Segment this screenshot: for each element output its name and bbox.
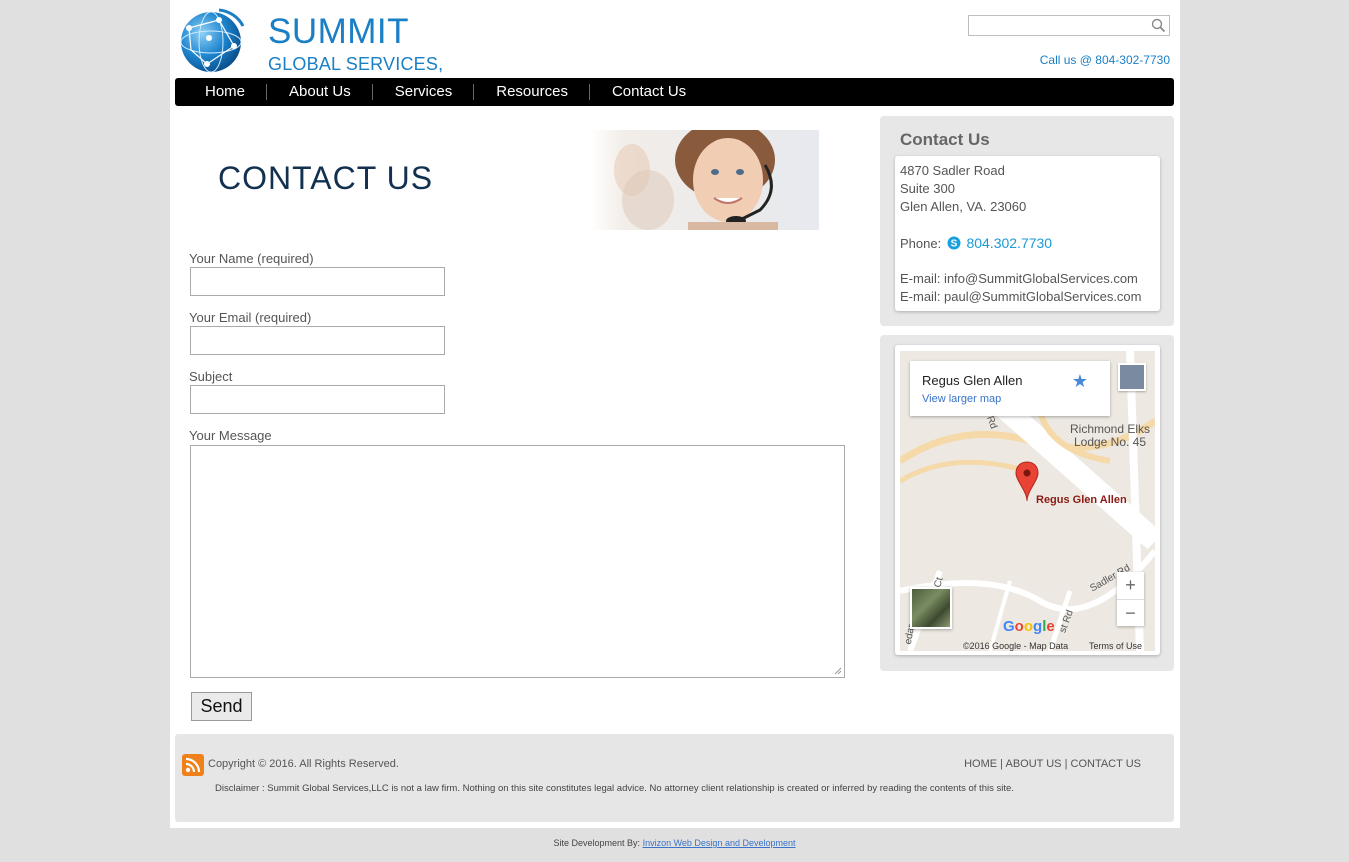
- map-place-name: Regus Glen Allen: [922, 373, 1023, 388]
- globe-logo-icon: [180, 8, 245, 73]
- support-agent-image: [590, 130, 819, 230]
- address-line-3: Glen Allen, VA. 23060: [900, 199, 1027, 214]
- map-copyright: ©2016 Google - Map Data: [963, 641, 1069, 651]
- nav-item-contact-us[interactable]: Contact Us: [590, 78, 708, 106]
- subject-field[interactable]: [190, 385, 445, 414]
- address-line-2: Suite 300: [900, 181, 955, 196]
- disclaimer-text: Disclaimer : Summit Global Services,LLC …: [215, 783, 1014, 794]
- address-line-1: 4870 Sadler Road: [900, 163, 1005, 178]
- page-title: CONTACT US: [218, 160, 434, 196]
- search-box: [968, 15, 1170, 37]
- footer-link-about[interactable]: ABOUT US: [1005, 758, 1061, 770]
- zoom-out-button[interactable]: −: [1117, 600, 1144, 627]
- page-container: SUMMIT GLOBAL SERVICES, LLC Call us @ 80…: [170, 0, 1180, 828]
- call-us-phone[interactable]: Call us @ 804-302-7730: [1040, 53, 1170, 67]
- email-info: E-mail: info@SummitGlobalServices.com: [900, 271, 1138, 286]
- map-label-elks-lodge: Richmond Elks Lodge No. 45: [1069, 422, 1151, 449]
- satellite-view-toggle[interactable]: [910, 587, 952, 629]
- credit-link[interactable]: Invizon Web Design and Development: [643, 838, 796, 848]
- search-icon[interactable]: [1151, 18, 1166, 33]
- map-info-card: Regus Glen Allen View larger map ★: [910, 361, 1110, 416]
- footer-separator: |: [1064, 758, 1068, 770]
- footer-link-home[interactable]: HOME: [964, 758, 997, 770]
- phone-label: Phone:: [900, 236, 942, 251]
- email-paul: E-mail: paul@SummitGlobalServices.com: [900, 289, 1142, 304]
- main-navigation: Home About Us Services Resources Contact…: [175, 78, 1174, 106]
- nav-item-about-us[interactable]: About Us: [267, 78, 373, 106]
- brand-name: SUMMIT: [268, 12, 410, 51]
- contact-widget: Contact Us 4870 Sadler Road Suite 300 Gl…: [880, 116, 1174, 326]
- site-credit: Site Development By: Invizon Web Design …: [0, 838, 1349, 848]
- svg-text:S: S: [950, 239, 957, 250]
- message-textarea[interactable]: [190, 445, 845, 678]
- name-label: Your Name (required): [189, 251, 314, 266]
- rss-icon[interactable]: [182, 754, 204, 776]
- view-larger-map-link[interactable]: View larger map: [922, 393, 1001, 405]
- skype-icon[interactable]: S: [947, 236, 961, 250]
- footer: Copyright © 2016. All Rights Reserved. H…: [175, 734, 1174, 822]
- nav-item-home[interactable]: Home: [175, 78, 268, 106]
- google-map[interactable]: Regus Glen Allen View larger map ★ Richm…: [900, 351, 1155, 651]
- contact-card: 4870 Sadler Road Suite 300 Glen Allen, V…: [895, 156, 1160, 311]
- copyright-text: Copyright © 2016. All Rights Reserved.: [208, 758, 399, 770]
- contact-widget-title: Contact Us: [900, 130, 990, 149]
- map-widget: Regus Glen Allen View larger map ★ Richm…: [880, 335, 1174, 671]
- nav-item-services[interactable]: Services: [373, 78, 475, 106]
- map-zoom-control: + −: [1117, 572, 1144, 626]
- map-terms-link[interactable]: Terms of Use: [1089, 641, 1142, 651]
- name-field[interactable]: [190, 267, 445, 296]
- subject-label: Subject: [189, 369, 233, 384]
- map-card: Regus Glen Allen View larger map ★ Richm…: [895, 345, 1160, 655]
- send-button[interactable]: Send: [191, 692, 252, 721]
- footer-separator: |: [1000, 758, 1004, 770]
- footer-links: HOME | ABOUT US | CONTACT US: [964, 758, 1141, 770]
- resize-handle-icon[interactable]: [834, 667, 842, 675]
- save-star-icon[interactable]: ★: [1072, 371, 1088, 392]
- google-logo: Google: [1003, 618, 1055, 635]
- map-label-regus: Regus Glen Allen: [1036, 494, 1127, 506]
- email-label: Your Email (required): [189, 310, 312, 325]
- email-field[interactable]: [190, 326, 445, 355]
- search-input[interactable]: [972, 17, 1156, 37]
- zoom-in-button[interactable]: +: [1117, 572, 1144, 599]
- phone-number[interactable]: 804.302.7730: [966, 235, 1052, 251]
- map-avatar-icon[interactable]: [1118, 363, 1146, 391]
- footer-link-contact[interactable]: CONTACT US: [1071, 758, 1142, 770]
- site-logo[interactable]: SUMMIT GLOBAL SERVICES, LLC: [179, 6, 459, 95]
- nav-item-resources[interactable]: Resources: [474, 78, 590, 106]
- phone-row: Phone: S 804.302.7730: [900, 234, 1052, 253]
- message-label: Your Message: [189, 428, 272, 443]
- credit-prefix: Site Development By:: [553, 838, 641, 848]
